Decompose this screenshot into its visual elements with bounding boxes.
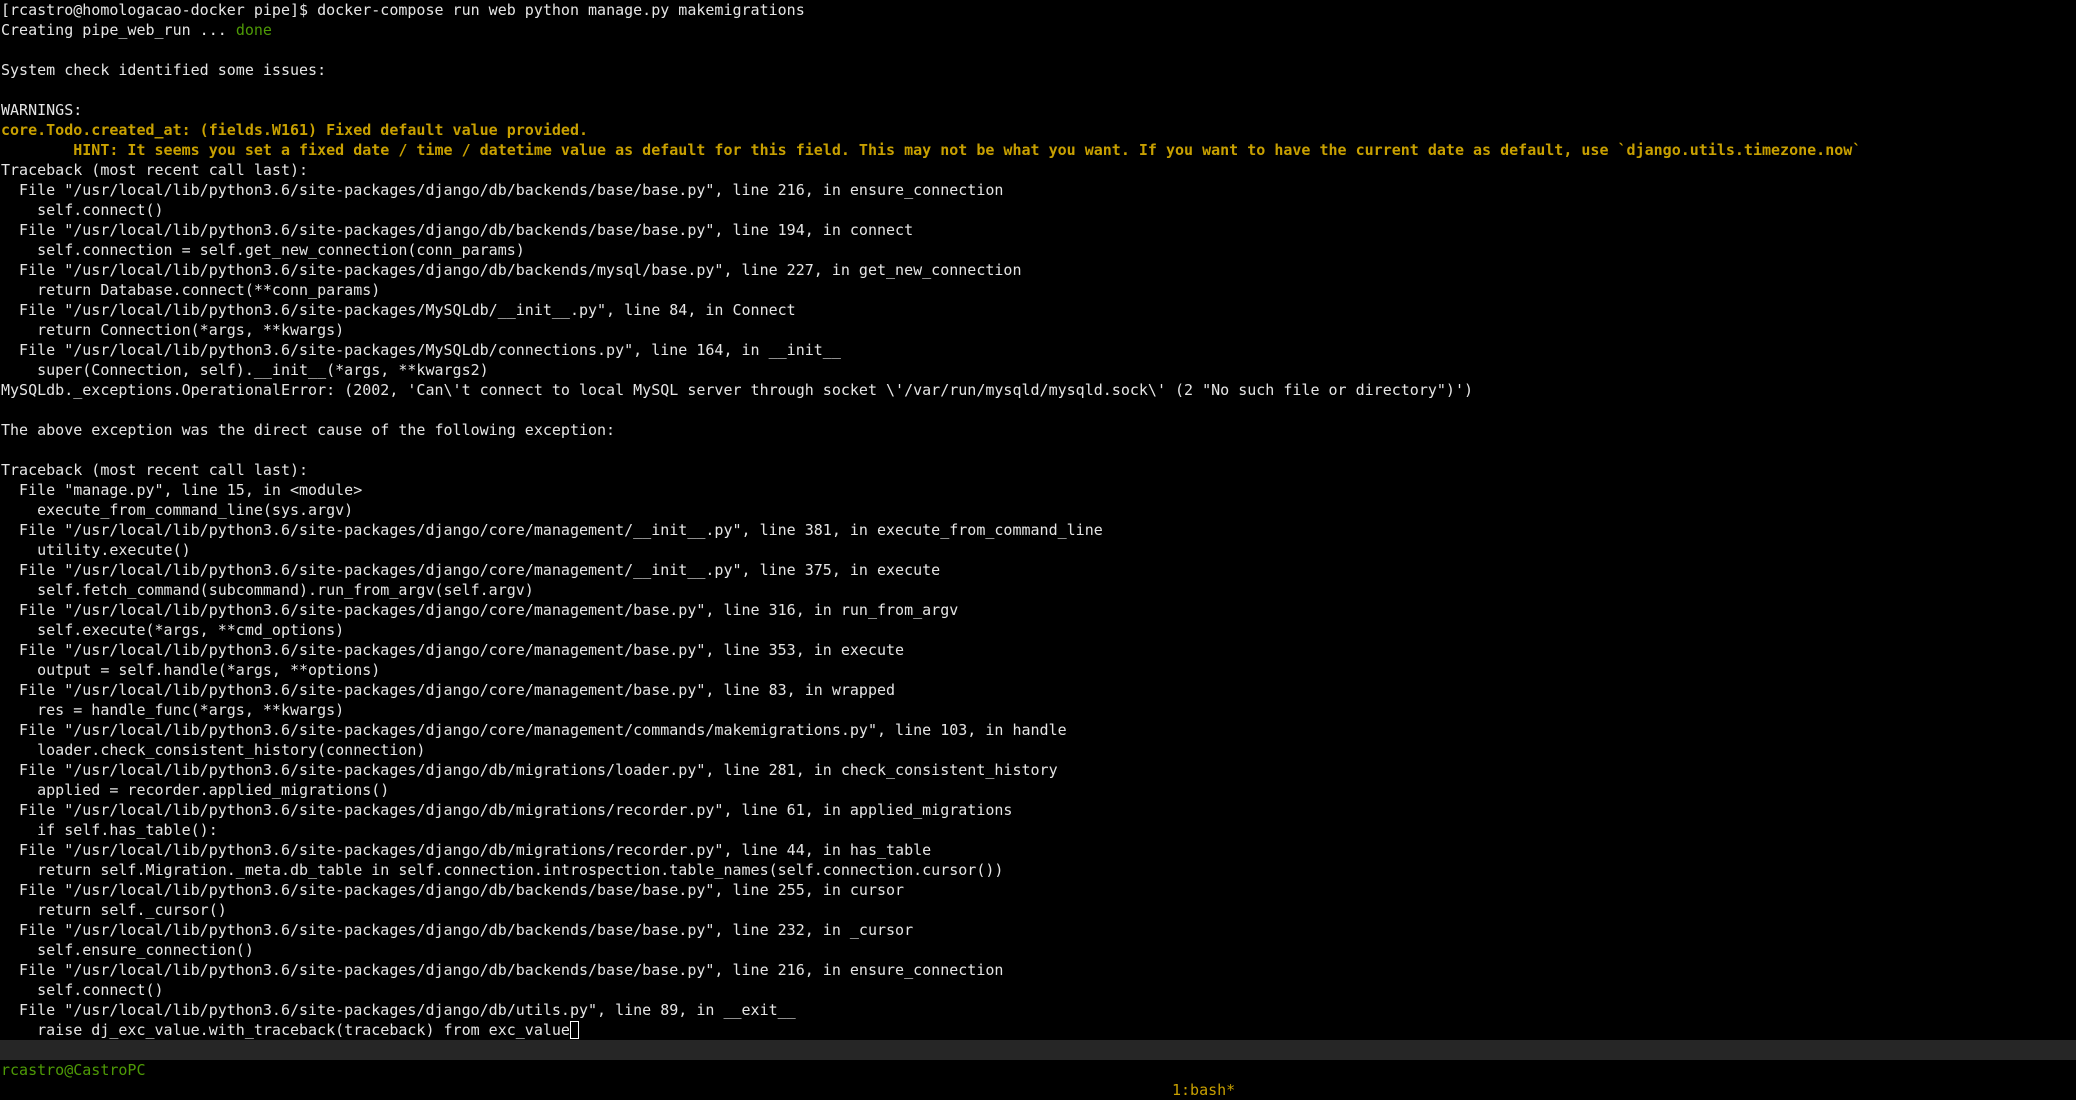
output-line: MySQLdb._exceptions.OperationalError: (2…	[1, 381, 1474, 399]
terminal-output[interactable]: [rcastro@homologacao-docker pipe]$ docke…	[1, 0, 2076, 1040]
output-line: File "/usr/local/lib/python3.6/site-pack…	[1, 721, 1067, 739]
output-line: execute_from_command_line(sys.argv)	[1, 501, 354, 519]
output-line: WARNINGS:	[1, 101, 83, 119]
output-line: File "/usr/local/lib/python3.6/site-pack…	[1, 801, 1013, 819]
output-line: return Database.connect(**conn_params)	[1, 281, 381, 299]
output-line: File "/usr/local/lib/python3.6/site-pack…	[1, 301, 796, 319]
output-line: if self.has_table():	[1, 821, 218, 839]
output-line: File "/usr/local/lib/python3.6/site-pack…	[1, 681, 896, 699]
command-text: docker-compose run web python manage.py …	[317, 1, 805, 19]
output-line: File "/usr/local/lib/python3.6/site-pack…	[1, 341, 841, 359]
last-line: raise dj_exc_value.with_traceback(traceb…	[1, 1020, 2076, 1040]
output-line: return self._cursor()	[1, 901, 227, 919]
output-line: File "manage.py", line 15, in <module>	[1, 481, 363, 499]
session-label: rcastro@CastroPC	[1, 1061, 146, 1079]
output-line: self.fetch_command(subcommand).run_from_…	[1, 581, 534, 599]
output-line: self.connection = self.get_new_connectio…	[1, 241, 525, 259]
output-line: File "/usr/local/lib/python3.6/site-pack…	[1, 881, 905, 899]
output-line: output = self.handle(*args, **options)	[1, 661, 381, 679]
output-line: super(Connection, self).__init__(*args, …	[1, 361, 489, 379]
output-line: return self.Migration._meta.db_table in …	[1, 861, 1004, 879]
output-line: self.execute(*args, **cmd_options)	[1, 621, 345, 639]
output-line: Traceback (most recent call last):	[1, 161, 309, 179]
output-line: File "/usr/local/lib/python3.6/site-pack…	[1, 761, 1058, 779]
shell-prompt: [rcastro@homologacao-docker pipe]$	[1, 1, 318, 19]
output-line: File "/usr/local/lib/python3.6/site-pack…	[1, 221, 914, 239]
tmux-status-bar: rcastro@CastroPC 1:bash*	[0, 1040, 2076, 1099]
output-line: self.ensure_connection()	[1, 941, 254, 959]
output-line: loader.check_consistent_history(connecti…	[1, 741, 426, 759]
output-line: HINT: It seems you set a fixed date / ti…	[1, 141, 1862, 159]
output-line: core.Todo.created_at: (fields.W161) Fixe…	[1, 121, 588, 139]
output-line: self.connect()	[1, 981, 164, 999]
last-line-text: raise dj_exc_value.with_traceback(traceb…	[1, 1021, 570, 1039]
output-line: File "/usr/local/lib/python3.6/site-pack…	[1, 961, 1004, 979]
output-line: File "/usr/local/lib/python3.6/site-pack…	[1, 1001, 796, 1019]
creating-line: Creating pipe_web_run ... done	[1, 20, 2076, 40]
creating-status: done	[235, 21, 272, 39]
output-line: File "/usr/local/lib/python3.6/site-pack…	[1, 921, 914, 939]
output-line: self.connect()	[1, 201, 164, 219]
output-line: File "/usr/local/lib/python3.6/site-pack…	[1, 521, 1103, 539]
output-line: Traceback (most recent call last):	[1, 461, 309, 479]
output-line: return Connection(*args, **kwargs)	[1, 321, 345, 339]
cursor	[569, 1021, 579, 1039]
output-line: utility.execute()	[1, 541, 191, 559]
output-lines: System check identified some issues: WARN…	[1, 40, 2076, 1020]
output-line: applied = recorder.applied_migrations()	[1, 781, 390, 799]
output-line: The above exception was the direct cause…	[1, 421, 616, 439]
window-tab-bash[interactable]: 1:bash*	[1172, 1080, 1235, 1100]
output-line: File "/usr/local/lib/python3.6/site-pack…	[1, 561, 941, 579]
output-line: File "/usr/local/lib/python3.6/site-pack…	[1, 261, 1022, 279]
output-line: File "/usr/local/lib/python3.6/site-pack…	[1, 601, 959, 619]
output-line: File "/usr/local/lib/python3.6/site-pack…	[1, 181, 1004, 199]
output-line: File "/usr/local/lib/python3.6/site-pack…	[1, 841, 932, 859]
output-line: System check identified some issues:	[1, 61, 327, 79]
output-line: File "/usr/local/lib/python3.6/site-pack…	[1, 641, 905, 659]
creating-text: Creating pipe_web_run ...	[1, 21, 236, 39]
output-line: res = handle_func(*args, **kwargs)	[1, 701, 345, 719]
command-line: [rcastro@homologacao-docker pipe]$ docke…	[1, 0, 2076, 20]
